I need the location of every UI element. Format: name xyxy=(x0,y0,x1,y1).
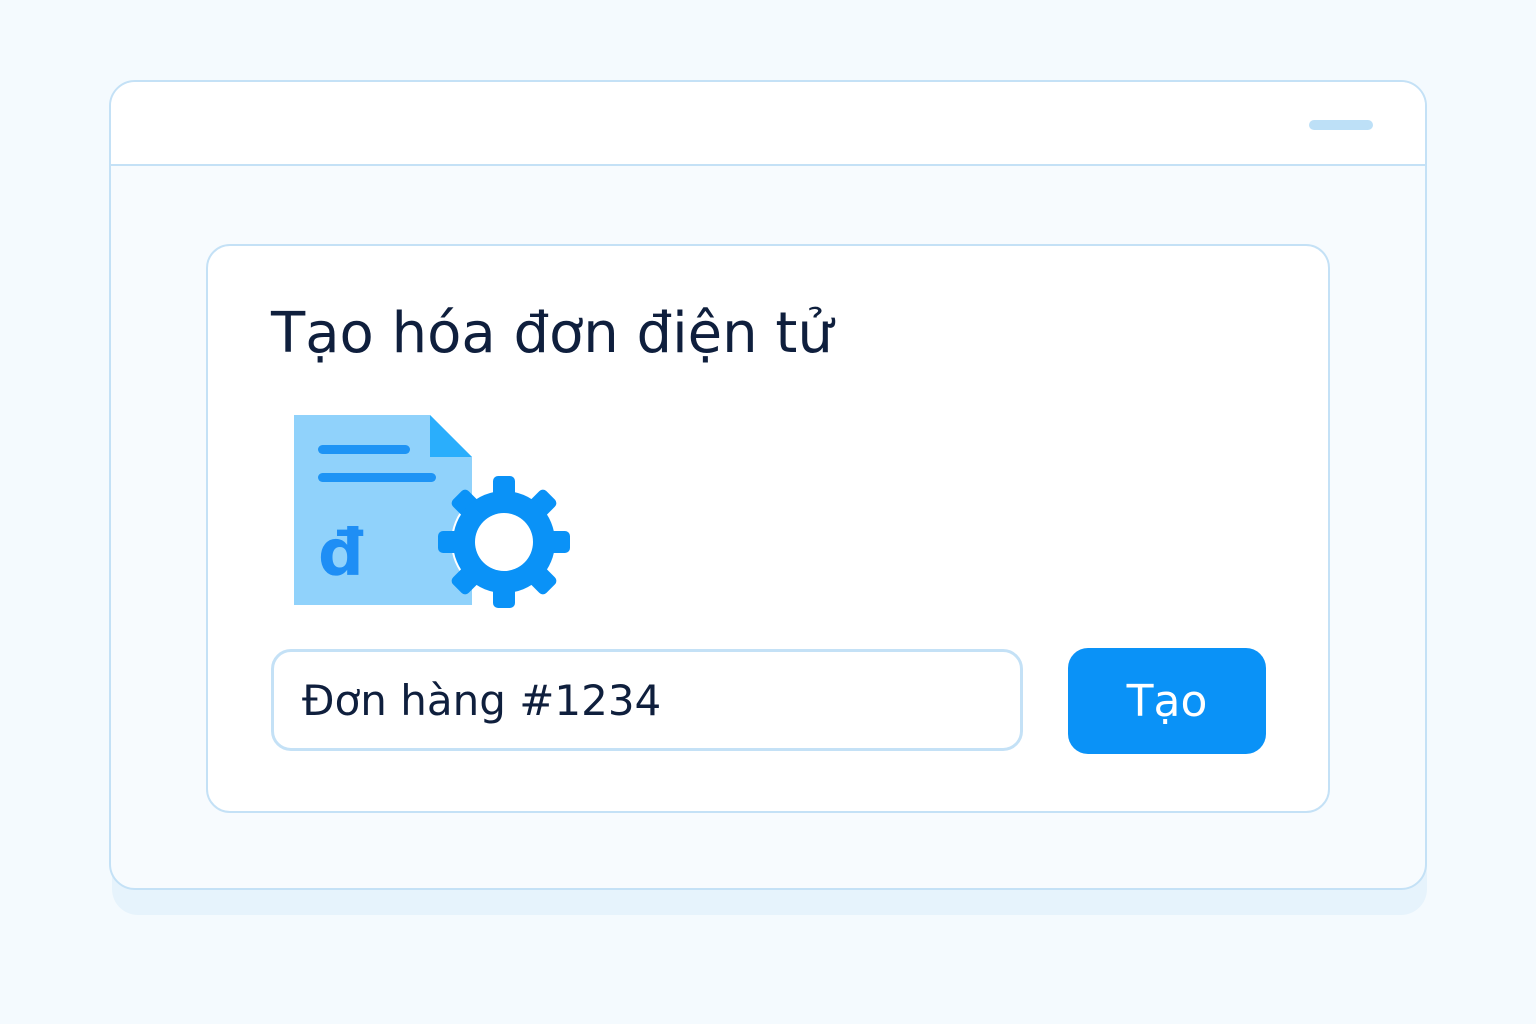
minimize-icon[interactable] xyxy=(1309,120,1373,130)
gear-icon xyxy=(438,476,570,608)
invoice-document-icon: đ xyxy=(294,415,472,605)
page-title: Tạo hóa đơn điện tử xyxy=(271,301,833,366)
app-window: Tạo hóa đơn điện tử đ Đơn hàng #1234 Tạo xyxy=(109,80,1427,890)
window-titlebar xyxy=(111,82,1425,166)
invoice-illustration: đ xyxy=(294,415,570,608)
order-input[interactable] xyxy=(271,649,1023,751)
currency-symbol-icon: đ xyxy=(318,517,364,591)
create-button[interactable]: Tạo xyxy=(1068,648,1266,754)
invoice-card: Tạo hóa đơn điện tử đ Đơn hàng #1234 Tạo xyxy=(206,244,1330,813)
